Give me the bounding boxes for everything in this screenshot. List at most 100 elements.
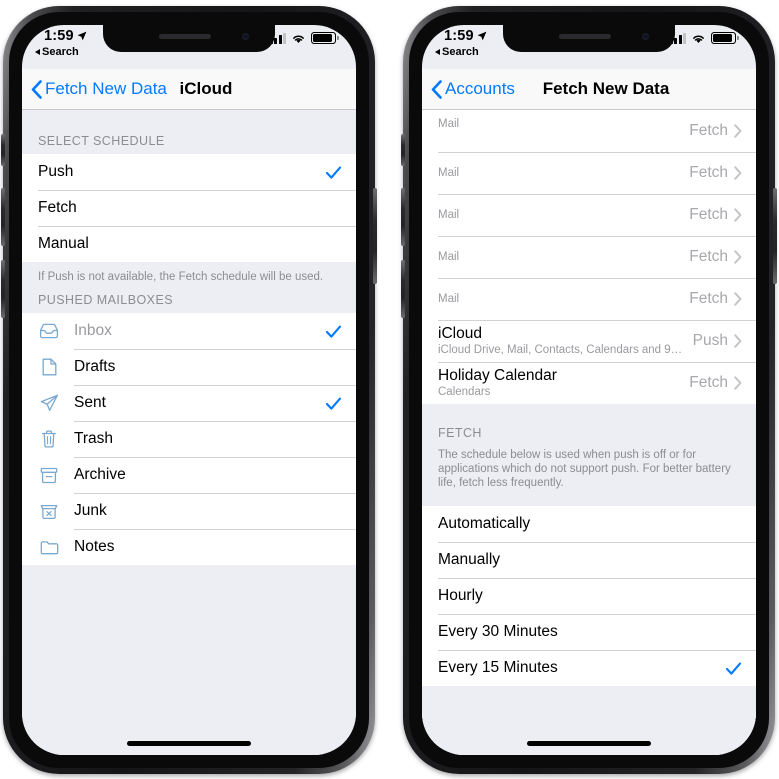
account-row[interactable]: Mail Fetch: [422, 236, 756, 278]
earpiece-speaker-icon: [558, 34, 611, 39]
back-triangle-icon: [435, 49, 440, 55]
fetch-option-manually[interactable]: Manually: [422, 542, 756, 578]
back-triangle-icon: [35, 49, 40, 55]
nav-back-button-left[interactable]: Fetch New Data: [31, 79, 167, 99]
volume-up-button[interactable]: [1, 188, 5, 246]
mailbox-label: Sent: [74, 394, 106, 411]
settings-list-right[interactable]: Mail Fetch Mail Fetch Mail Fetch Mail Fe…: [422, 69, 756, 755]
fetch-option-hourly[interactable]: Hourly: [422, 578, 756, 614]
account-row[interactable]: Mail Fetch: [422, 152, 756, 194]
schedule-option-push[interactable]: Push: [22, 154, 356, 190]
account-subtitle: Mail: [438, 117, 460, 130]
fetch-option-automatically[interactable]: Automatically: [422, 506, 756, 542]
notch: [103, 25, 275, 52]
account-row-holiday-calendar[interactable]: Holiday Calendar Calendars Fetch: [422, 362, 756, 404]
mailbox-row-trash[interactable]: Trash: [22, 421, 356, 457]
chevron-right-icon: [734, 333, 742, 348]
account-value: Fetch: [689, 205, 728, 223]
phone-bezel: 1:59 Search: [409, 12, 769, 768]
phone-left: 1:59 Search Fetch New Data iCloud SELECT…: [1, 6, 377, 774]
account-title: Holiday Calendar: [438, 366, 557, 384]
chevron-right-icon: [734, 123, 742, 138]
nav-bar-right: Accounts Fetch New Data: [422, 69, 756, 110]
silent-switch[interactable]: [401, 134, 405, 166]
chevron-right-icon: [734, 291, 742, 306]
archive-box-icon: [38, 467, 60, 484]
schedule-option-fetch[interactable]: Fetch: [22, 190, 356, 226]
fetch-options-group: Automatically Manually Hourly Every 30 M…: [422, 506, 756, 686]
home-indicator[interactable]: [127, 741, 251, 746]
inbox-tray-icon: [38, 323, 60, 339]
battery-icon: [311, 32, 339, 44]
fetch-option-label: Every 15 Minutes: [438, 659, 558, 676]
mailbox-row-notes[interactable]: Notes: [22, 529, 356, 565]
power-button[interactable]: [773, 188, 777, 284]
status-time-text: 1:59: [444, 28, 474, 44]
account-value-group: Fetch: [681, 248, 742, 266]
mailbox-group: Inbox Drafts Sent Trash Archive Junk Not…: [22, 313, 356, 565]
chevron-left-icon: [31, 79, 42, 99]
mailbox-label: Drafts: [74, 358, 116, 375]
volume-up-button[interactable]: [401, 188, 405, 246]
mailbox-row-junk[interactable]: Junk: [22, 493, 356, 529]
section-footer-schedule: If Push is not available, the Fetch sche…: [22, 262, 356, 293]
volume-down-button[interactable]: [1, 260, 5, 318]
schedule-option-label: Push: [38, 163, 74, 180]
status-time-text: 1:59: [44, 28, 74, 44]
checkmark-icon: [325, 325, 342, 338]
fetch-option-label: Every 30 Minutes: [438, 623, 558, 640]
mailbox-label: Notes: [74, 538, 115, 555]
account-row-icloud[interactable]: iCloud iCloud Drive, Mail, Contacts, Cal…: [422, 320, 756, 362]
location-arrow-icon: [477, 31, 487, 41]
front-camera-icon: [242, 33, 249, 40]
mailbox-row-archive[interactable]: Archive: [22, 457, 356, 493]
mailbox-row-drafts[interactable]: Drafts: [22, 349, 356, 385]
chevron-right-icon: [734, 249, 742, 264]
section-header-select-schedule: SELECT SCHEDULE: [22, 134, 356, 154]
account-row[interactable]: Mail Fetch: [422, 110, 756, 152]
schedule-option-label: Fetch: [38, 199, 77, 216]
fetch-option-label: Hourly: [438, 587, 483, 604]
account-value-group: Fetch: [681, 164, 742, 182]
spacer: [422, 404, 756, 426]
silent-switch[interactable]: [1, 134, 5, 166]
account-title: iCloud: [438, 324, 482, 342]
accounts-group: Mail Fetch Mail Fetch Mail Fetch Mail Fe…: [422, 110, 756, 404]
phone-bezel: 1:59 Search: [9, 12, 369, 768]
nav-back-label-left: Fetch New Data: [45, 79, 167, 98]
account-subtitle: Mail: [438, 208, 460, 221]
fetch-option-label: Automatically: [438, 515, 531, 532]
account-row[interactable]: Mail Fetch: [422, 194, 756, 236]
mailbox-label: Junk: [74, 502, 107, 519]
junk-box-x-icon: [38, 503, 60, 520]
fetch-option-every-30-minutes[interactable]: Every 30 Minutes: [422, 614, 756, 650]
account-value-group: Fetch: [681, 206, 742, 224]
account-subtitle: Calendars: [438, 385, 491, 398]
mailbox-row-inbox[interactable]: Inbox: [22, 313, 356, 349]
status-indicators: [669, 32, 739, 44]
volume-down-button[interactable]: [401, 260, 405, 318]
settings-list-left[interactable]: SELECT SCHEDULE Push Fetch Manual If Pus…: [22, 110, 356, 755]
checkmark-icon: [325, 397, 342, 410]
chevron-right-icon: [734, 375, 742, 390]
account-value: Fetch: [689, 373, 728, 391]
account-value: Fetch: [689, 289, 728, 307]
account-value-group: Fetch: [681, 290, 742, 308]
account-value: Fetch: [689, 247, 728, 265]
home-indicator[interactable]: [527, 741, 651, 746]
fetch-option-every-15-minutes[interactable]: Every 15 Minutes: [422, 650, 756, 686]
account-row[interactable]: Mail Fetch: [422, 278, 756, 320]
account-subtitle: Mail: [438, 250, 460, 263]
account-subtitle: Mail: [438, 166, 460, 179]
mailbox-row-sent[interactable]: Sent: [22, 385, 356, 421]
power-button[interactable]: [373, 188, 377, 284]
nav-back-button-right[interactable]: Accounts: [431, 79, 515, 99]
section-header-fetch: FETCH: [422, 426, 756, 446]
front-camera-icon: [642, 33, 649, 40]
schedule-option-manual[interactable]: Manual: [22, 226, 356, 262]
status-time: 1:59: [444, 28, 487, 44]
account-subtitle: iCloud Drive, Mail, Contacts, Calendars …: [438, 343, 685, 356]
status-back-to-search[interactable]: Search: [35, 46, 79, 58]
battery-icon: [711, 32, 739, 44]
status-back-to-search[interactable]: Search: [435, 46, 479, 58]
